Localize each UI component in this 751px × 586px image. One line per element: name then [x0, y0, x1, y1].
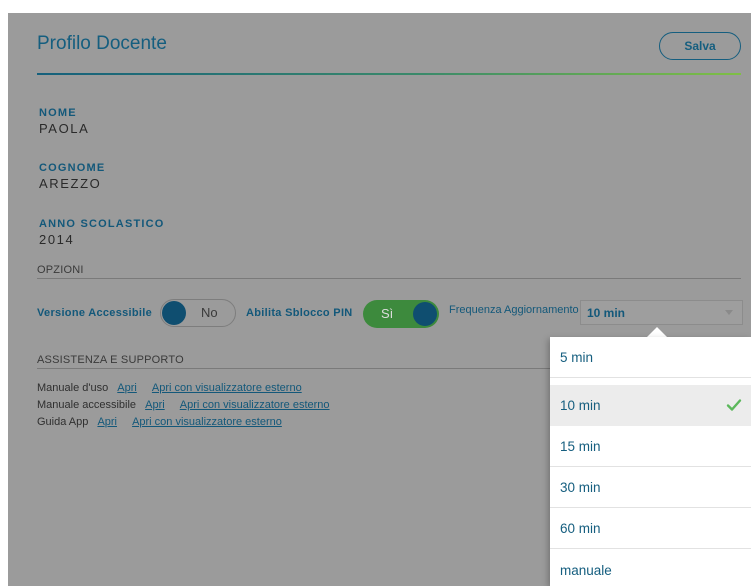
open-link[interactable]: Apri: [117, 382, 137, 394]
open-link[interactable]: Apri: [145, 399, 165, 411]
accessible-version-toggle[interactable]: No: [160, 299, 236, 327]
accessible-version-label: Versione Accessibile: [37, 307, 153, 319]
field-label-anno: ANNO SCOLASTICO: [39, 218, 165, 230]
page-title: Profilo Docente: [37, 33, 167, 54]
open-external-link[interactable]: Apri con visualizzatore esterno: [132, 416, 282, 428]
dropdown-option-5min[interactable]: 5 min: [550, 337, 751, 378]
dropdown-option-60min[interactable]: 60 min: [550, 508, 751, 549]
toggle-knob: [162, 301, 186, 325]
open-link[interactable]: Apri: [97, 416, 117, 428]
select-value: 10 min: [587, 306, 626, 320]
refresh-frequency-select[interactable]: 10 min: [580, 300, 743, 325]
dropdown-option-15min[interactable]: 15 min: [550, 426, 751, 467]
section-title-assistenza: ASSISTENZA E SUPPORTO: [37, 354, 184, 366]
toggle-state-label: No: [201, 305, 218, 320]
field-value-nome: PAOLA: [39, 121, 90, 136]
option-label: manuale: [560, 563, 612, 578]
chevron-down-icon: [725, 310, 733, 315]
dropdown-option-manuale[interactable]: manuale: [550, 550, 751, 586]
option-label: 60 min: [560, 521, 601, 536]
support-row-manuale-accessibile: Manuale accessibile Apri Apri con visual…: [37, 399, 330, 411]
dropdown-option-30min[interactable]: 30 min: [550, 467, 751, 508]
title-divider: [37, 73, 741, 75]
check-icon: [726, 399, 742, 411]
open-external-link[interactable]: Apri con visualizzatore esterno: [180, 399, 330, 411]
option-label: 5 min: [560, 350, 594, 365]
support-label: Manuale d'uso: [37, 382, 109, 394]
option-label: 30 min: [560, 480, 601, 495]
pin-unlock-label: Abilita Sblocco PIN: [246, 307, 353, 319]
field-value-anno: 2014: [39, 232, 75, 247]
section-divider: [37, 278, 741, 279]
toggle-state-label: Sì: [381, 306, 394, 321]
section-title-opzioni: OPZIONI: [37, 264, 84, 276]
pin-unlock-toggle[interactable]: Sì: [363, 300, 439, 328]
support-label: Manuale accessibile: [37, 399, 137, 411]
save-button[interactable]: Salva: [659, 32, 741, 60]
field-label-cognome: COGNOME: [39, 162, 106, 174]
field-label-nome: NOME: [39, 107, 77, 119]
option-label: 15 min: [560, 439, 601, 454]
refresh-frequency-label: Frequenza Aggiornamento: [449, 304, 579, 316]
support-label: Guida App: [37, 416, 89, 428]
open-external-link[interactable]: Apri con visualizzatore esterno: [152, 382, 302, 394]
field-value-cognome: AREZZO: [39, 176, 102, 191]
dropdown-option-10min[interactable]: 10 min: [550, 385, 751, 426]
toggle-knob: [413, 302, 437, 326]
support-row-manuale: Manuale d'uso Apri Apri con visualizzato…: [37, 382, 302, 394]
support-row-guida: Guida App Apri Apri con visualizzatore e…: [37, 416, 282, 428]
frequency-dropdown-menu: 5 min 10 min 15 min 30 min 60 min manual…: [550, 337, 751, 586]
option-label: 10 min: [560, 398, 601, 413]
dropdown-pointer: [647, 327, 667, 337]
